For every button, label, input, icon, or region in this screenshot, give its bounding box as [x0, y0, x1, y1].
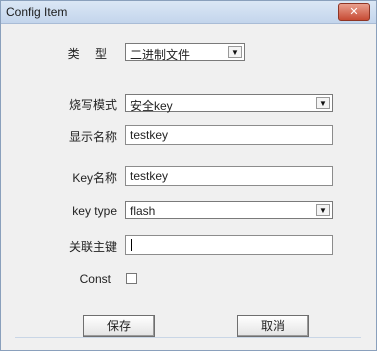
type-select-value: 二进制文件	[130, 48, 191, 62]
text-caret	[131, 239, 132, 251]
key-type-select-value: flash	[130, 204, 156, 218]
close-icon: ✕	[349, 6, 359, 18]
key-type-select[interactable]: flash ▼	[125, 201, 333, 219]
display-name-field-box	[125, 125, 333, 145]
footer-divider	[15, 337, 361, 338]
close-button[interactable]: ✕	[338, 3, 370, 21]
title-bar[interactable]: Config Item ✕	[1, 1, 376, 24]
write-mode-select[interactable]: 安全key ▼	[125, 94, 333, 113]
primary-key-field[interactable]	[126, 236, 332, 254]
config-item-dialog: Config Item ✕ 类 型 二进制文件 ▼ 烧写模式 安全key ▼ 显…	[0, 0, 377, 351]
const-label: Const	[79, 272, 111, 286]
save-button[interactable]: 保存	[83, 315, 155, 337]
cancel-button[interactable]: 取消	[237, 315, 309, 337]
type-label: 类 型	[67, 47, 113, 61]
key-type-label: key type	[72, 204, 117, 218]
key-name-field[interactable]	[126, 167, 332, 185]
chevron-down-icon: ▼	[228, 46, 242, 58]
write-mode-select-value: 安全key	[130, 99, 173, 113]
key-name-label: Key名称	[72, 171, 117, 185]
display-name-field[interactable]	[126, 126, 332, 144]
write-mode-label: 烧写模式	[68, 98, 117, 112]
primary-key-label: 关联主键	[68, 240, 117, 254]
primary-key-field-box	[125, 235, 333, 255]
chevron-down-icon: ▼	[316, 204, 330, 216]
type-select[interactable]: 二进制文件 ▼	[125, 43, 245, 62]
key-name-field-box	[125, 166, 333, 186]
window-title: Config Item	[6, 5, 68, 19]
display-name-label: 显示名称	[68, 130, 117, 144]
chevron-down-icon: ▼	[316, 97, 330, 109]
const-checkbox[interactable]	[126, 273, 137, 284]
